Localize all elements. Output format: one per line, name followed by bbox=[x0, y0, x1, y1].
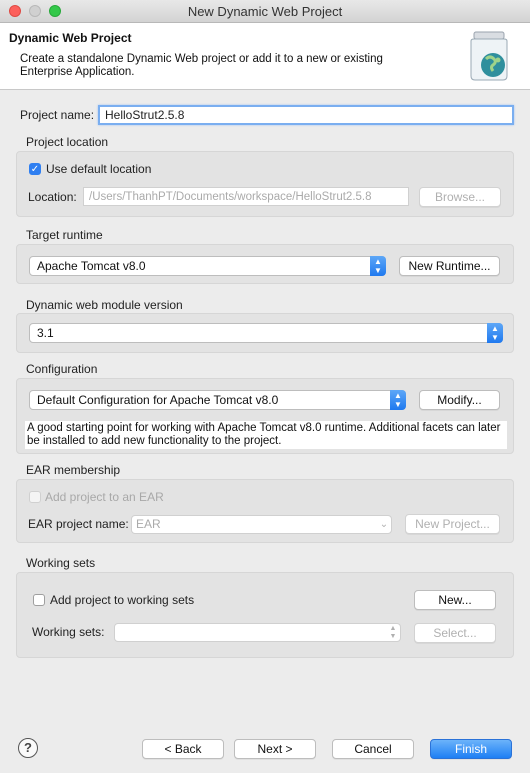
chevron-updown-icon: ▲ ▼ bbox=[487, 323, 503, 343]
wizard-description: Create a standalone Dynamic Web project … bbox=[20, 53, 383, 78]
ear-membership-title: EAR membership bbox=[26, 463, 121, 477]
target-runtime-value: Apache Tomcat v8.0 bbox=[37, 259, 146, 273]
new-runtime-button[interactable]: New Runtime... bbox=[399, 256, 500, 276]
configuration-description: A good starting point for working with A… bbox=[25, 421, 507, 449]
configuration-title: Configuration bbox=[26, 362, 98, 376]
working-sets-group bbox=[16, 572, 514, 658]
configuration-select[interactable]: Default Configuration for Apache Tomcat … bbox=[29, 390, 406, 410]
chevron-updown-icon: ▲ ▼ bbox=[390, 390, 406, 410]
back-button[interactable]: < Back bbox=[142, 739, 224, 759]
modify-button[interactable]: Modify... bbox=[419, 390, 500, 410]
target-runtime-title: Target runtime bbox=[26, 228, 103, 242]
target-runtime-select[interactable]: Apache Tomcat v8.0 ▲ ▼ bbox=[29, 256, 386, 276]
wizard-title: Dynamic Web Project bbox=[9, 31, 132, 45]
add-to-ear-checkbox[interactable] bbox=[29, 491, 41, 503]
chevron-updown-icon: ▲ ▼ bbox=[389, 625, 397, 640]
chevron-down-icon: ⌄ bbox=[379, 519, 389, 530]
working-sets-title: Working sets bbox=[26, 556, 96, 570]
working-sets-label: Working sets: bbox=[32, 625, 105, 639]
ear-project-name-select[interactable]: EAR ⌄ bbox=[131, 515, 392, 534]
wizard-header: Dynamic Web Project Create a standalone … bbox=[0, 23, 530, 90]
next-button[interactable]: Next > bbox=[234, 739, 316, 759]
location-label: Location: bbox=[28, 190, 77, 204]
configuration-value: Default Configuration for Apache Tomcat … bbox=[37, 393, 279, 407]
chevron-updown-icon: ▲ ▼ bbox=[370, 256, 386, 276]
jar-globe-icon bbox=[470, 31, 508, 81]
cancel-button[interactable]: Cancel bbox=[332, 739, 414, 759]
title-bar: New Dynamic Web Project bbox=[0, 0, 530, 23]
help-button[interactable]: ? bbox=[18, 738, 38, 758]
select-working-sets-button[interactable]: Select... bbox=[414, 623, 496, 643]
new-ear-project-button[interactable]: New Project... bbox=[405, 514, 500, 534]
project-location-title: Project location bbox=[26, 135, 109, 149]
module-version-value: 3.1 bbox=[37, 326, 54, 340]
add-to-working-sets-label: Add project to working sets bbox=[50, 593, 195, 607]
location-input[interactable]: /Users/ThanhPT/Documents/workspace/Hello… bbox=[83, 187, 409, 206]
window-title: New Dynamic Web Project bbox=[187, 4, 343, 19]
project-name-input[interactable]: HelloStrut2.5.8 bbox=[98, 105, 514, 125]
project-name-label: Project name: bbox=[20, 108, 95, 122]
project-location-group bbox=[16, 151, 514, 217]
add-to-working-sets-checkbox[interactable] bbox=[33, 594, 45, 606]
finish-button[interactable]: Finish bbox=[430, 739, 512, 759]
new-working-set-button[interactable]: New... bbox=[414, 590, 496, 610]
use-default-location-label: Use default location bbox=[46, 162, 152, 176]
module-version-select[interactable]: 3.1 ▲ ▼ bbox=[29, 323, 503, 343]
working-sets-select[interactable]: ▲ ▼ bbox=[114, 623, 401, 642]
browse-button[interactable]: Browse... bbox=[419, 187, 501, 207]
use-default-location-checkbox[interactable]: ✓ bbox=[29, 163, 41, 175]
ear-project-name-value: EAR bbox=[136, 517, 161, 531]
module-version-title: Dynamic web module version bbox=[26, 298, 183, 312]
ear-project-name-label: EAR project name: bbox=[28, 517, 129, 531]
add-to-ear-label: Add project to an EAR bbox=[45, 490, 164, 504]
